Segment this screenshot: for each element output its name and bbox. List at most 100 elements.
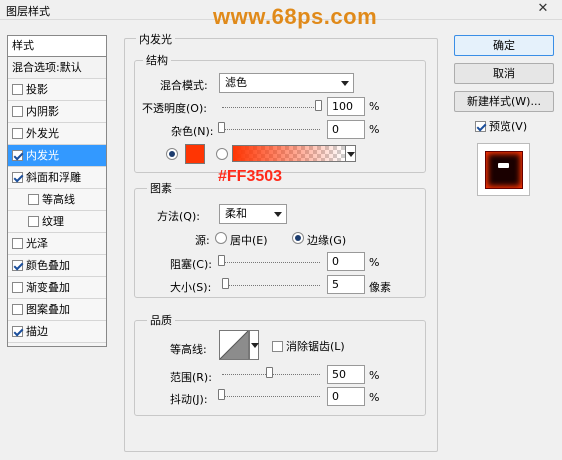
choke-slider-track[interactable] xyxy=(222,262,320,263)
style-item-drop-shadow[interactable]: 投影 xyxy=(8,79,106,101)
style-blend-options[interactable]: 混合选项:默认 xyxy=(8,57,106,79)
chevron-down-icon xyxy=(274,212,282,217)
style-item-label: 斜面和浮雕 xyxy=(26,171,81,184)
jitter-unit: % xyxy=(369,391,380,404)
glow-color-swatch[interactable] xyxy=(185,144,205,164)
contour-preview[interactable] xyxy=(219,330,249,360)
ok-button[interactable]: 确定 xyxy=(454,35,554,56)
contour-curve-icon xyxy=(219,330,249,360)
source-edge-radio[interactable] xyxy=(292,232,304,244)
style-item-label: 渐变叠加 xyxy=(26,281,70,294)
opacity-slider-track[interactable] xyxy=(222,107,320,108)
close-icon[interactable]: ✕ xyxy=(530,0,556,18)
checkbox[interactable] xyxy=(12,172,23,183)
range-input[interactable]: 50 xyxy=(327,365,365,384)
jitter-input[interactable]: 0 xyxy=(327,387,365,406)
preview-highlight xyxy=(498,163,509,168)
source-label: 源: xyxy=(195,234,210,247)
style-item-contour[interactable]: 等高线 xyxy=(8,189,106,211)
choke-input[interactable]: 0 xyxy=(327,252,365,271)
checkbox[interactable] xyxy=(12,282,23,293)
style-item-label: 纹理 xyxy=(42,215,64,228)
size-label: 大小(S): xyxy=(170,281,212,294)
style-item-label: 投影 xyxy=(26,83,48,96)
source-edge-label: 边缘(G) xyxy=(307,234,347,247)
style-item-stroke[interactable]: 描边 xyxy=(8,321,106,343)
style-item-pattern-overlay[interactable]: 图案叠加 xyxy=(8,299,106,321)
checkbox[interactable] xyxy=(12,150,23,161)
contour-label: 等高线: xyxy=(170,343,207,356)
chevron-down-icon xyxy=(251,343,259,348)
size-unit: 像素 xyxy=(369,281,391,294)
gradient-picker[interactable] xyxy=(232,145,346,162)
style-item-label: 等高线 xyxy=(42,193,75,206)
range-label: 范围(R): xyxy=(170,371,212,384)
style-item-gradient-overlay[interactable]: 渐变叠加 xyxy=(8,277,106,299)
style-item-label: 光泽 xyxy=(26,237,48,250)
source-center-radio[interactable] xyxy=(215,232,227,244)
panel-title: 内发光 xyxy=(136,31,175,47)
style-item-label: 外发光 xyxy=(26,127,59,140)
jitter-slider-track[interactable] xyxy=(222,396,320,397)
preview-toggle[interactable]: 预览(V) xyxy=(475,118,527,134)
jitter-slider-thumb[interactable] xyxy=(218,389,225,400)
method-value: 柔和 xyxy=(225,207,247,220)
source-center-label: 居中(E) xyxy=(230,234,268,247)
checkbox[interactable] xyxy=(28,216,39,227)
opacity-slider-thumb[interactable] xyxy=(315,100,322,111)
style-item-inner-shadow[interactable]: 内阴影 xyxy=(8,101,106,123)
antialias-label: 消除锯齿(L) xyxy=(286,340,345,353)
preview-label: 预览(V) xyxy=(489,120,528,133)
size-slider-thumb[interactable] xyxy=(222,278,229,289)
range-slider-thumb[interactable] xyxy=(266,367,273,378)
choke-slider-thumb[interactable] xyxy=(218,255,225,266)
choke-unit: % xyxy=(369,256,380,269)
checkbox[interactable] xyxy=(12,84,23,95)
noise-unit: % xyxy=(369,123,380,136)
checkbox[interactable] xyxy=(12,260,23,271)
size-input[interactable]: 5 xyxy=(327,275,365,294)
gradient-radio[interactable] xyxy=(216,148,228,160)
style-item-bevel-emboss[interactable]: 斜面和浮雕 xyxy=(8,167,106,189)
opacity-input[interactable]: 100 xyxy=(327,97,365,116)
antialias-row[interactable]: 消除锯齿(L) xyxy=(272,338,345,354)
antialias-checkbox[interactable] xyxy=(272,341,283,352)
checkbox[interactable] xyxy=(12,106,23,117)
style-item-color-overlay[interactable]: 颜色叠加 xyxy=(8,255,106,277)
blend-mode-label: 混合模式: xyxy=(160,79,208,92)
style-preview-thumbnail xyxy=(477,143,530,196)
opacity-label: 不透明度(O): xyxy=(142,102,207,115)
contour-dropdown[interactable] xyxy=(249,330,259,360)
checkbox[interactable] xyxy=(12,238,23,249)
style-item-outer-glow[interactable]: 外发光 xyxy=(8,123,106,145)
noise-input[interactable]: 0 xyxy=(327,120,365,139)
cancel-button[interactable]: 取消 xyxy=(454,63,554,84)
style-item-satin[interactable]: 光泽 xyxy=(8,233,106,255)
quality-title: 品质 xyxy=(147,312,175,328)
style-item-inner-glow[interactable]: 内发光 xyxy=(8,145,106,167)
style-item-texture[interactable]: 纹理 xyxy=(8,211,106,233)
solid-color-radio[interactable] xyxy=(166,148,178,160)
preview-checkbox[interactable] xyxy=(475,121,486,132)
size-slider-track[interactable] xyxy=(222,285,320,286)
style-item-label: 描边 xyxy=(26,325,48,338)
blend-mode-select[interactable]: 滤色 xyxy=(219,73,354,93)
method-select[interactable]: 柔和 xyxy=(219,204,287,224)
preview-swatch xyxy=(485,151,523,189)
blend-mode-value: 滤色 xyxy=(225,76,247,89)
noise-slider-thumb[interactable] xyxy=(218,122,225,133)
new-style-button[interactable]: 新建样式(W)... xyxy=(454,91,554,112)
checkbox[interactable] xyxy=(28,194,39,205)
style-item-label: 颜色叠加 xyxy=(26,259,70,272)
checkbox[interactable] xyxy=(12,128,23,139)
gradient-dropdown[interactable] xyxy=(345,145,356,162)
style-item-label: 内发光 xyxy=(26,149,59,162)
checkbox[interactable] xyxy=(12,326,23,337)
opacity-unit: % xyxy=(369,100,380,113)
noise-slider-track[interactable] xyxy=(222,129,320,130)
window-title: 图层样式 xyxy=(6,5,50,18)
checkbox[interactable] xyxy=(12,304,23,315)
style-list-header[interactable]: 样式 xyxy=(8,36,106,57)
noise-label: 杂色(N): xyxy=(171,125,214,138)
method-label: 方法(Q): xyxy=(157,210,200,223)
